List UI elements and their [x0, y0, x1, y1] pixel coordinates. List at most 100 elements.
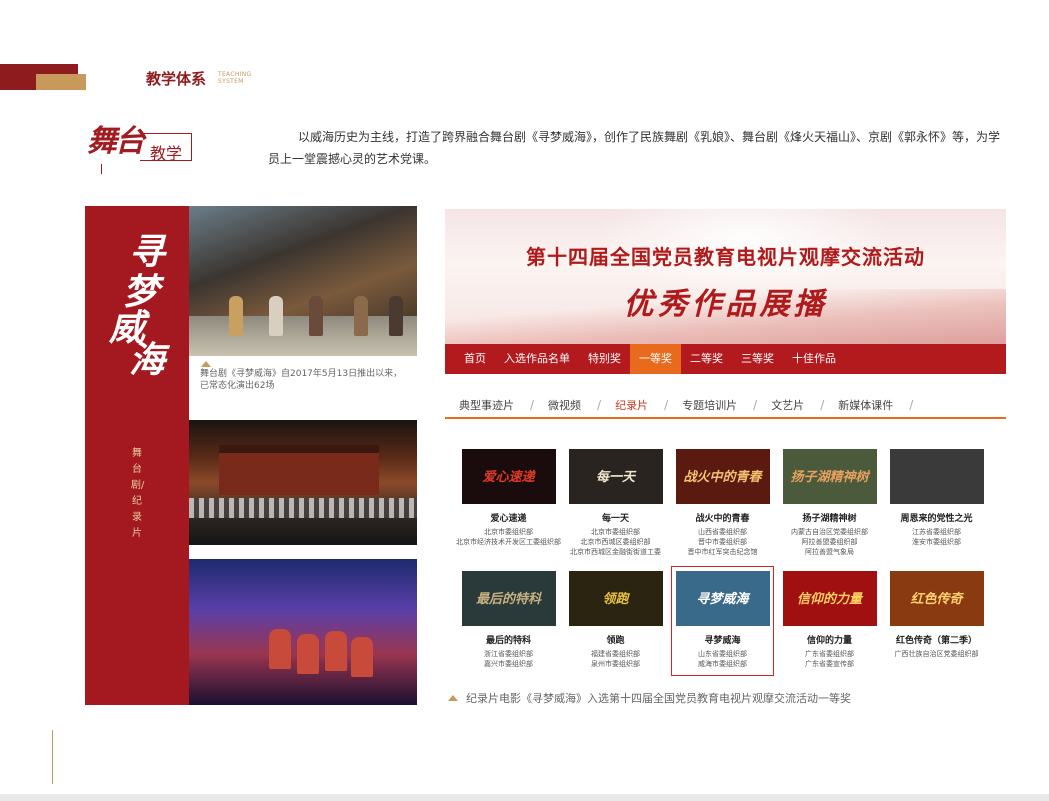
work-organization: 北京市委组织部	[591, 528, 640, 536]
work-thumbnail[interactable]: 最后的特科	[461, 571, 556, 626]
nav-item-selected-list[interactable]: 入选作品名单	[495, 344, 579, 374]
work-title[interactable]: 每一天	[562, 511, 669, 524]
site-banner: 第十四届全国党员教育电视片观摩交流活动 优秀作品展播	[445, 209, 1006, 344]
work-item[interactable]: 周恩来的党性之光江苏省委组织部 淮安市委组织部	[883, 449, 990, 547]
performer-figure	[297, 634, 319, 674]
performer-figure	[354, 296, 368, 336]
work-organization: 北京市委组织部	[484, 528, 533, 536]
stage-photo-1	[189, 206, 417, 356]
feature-title-char: 梦	[123, 271, 160, 313]
stage-photo-2	[189, 420, 417, 545]
work-thumbnail-label: 扬子湖精神树	[790, 470, 869, 485]
tab-training-film[interactable]: 专题培训片	[682, 397, 737, 413]
work-item[interactable]: 战火中的青春 战火中的青春 山西省委组织部 晋中市委组织部 晋中市红军突击纪念馆	[669, 449, 776, 557]
footer-caption: 纪录片电影《寻梦威海》入选第十四届全国党员教育电视片观摩交流活动一等奖	[448, 690, 851, 706]
work-thumbnail-label: 红色传奇	[910, 592, 963, 607]
selected-work-highlight	[671, 566, 774, 676]
performer-figure	[229, 296, 243, 336]
performer-figure	[269, 296, 283, 336]
work-organization: 山西省委组织部	[698, 528, 747, 536]
work-organization: 北京市西城区金融街街道工委	[570, 548, 661, 556]
work-title[interactable]: 信仰的力量	[776, 633, 883, 646]
performer-figure	[389, 296, 403, 336]
nav-item-first-prize[interactable]: 一等奖	[630, 344, 681, 374]
tab-separator: /	[597, 398, 602, 412]
tab-typical-deeds[interactable]: 典型事迹片	[459, 397, 514, 413]
work-thumbnail[interactable]: 每一天	[568, 449, 663, 504]
section-badge-sub: 教学	[150, 144, 183, 163]
tab-separator: /	[753, 398, 758, 412]
tab-new-media[interactable]: 新媒体课件	[838, 397, 893, 413]
category-tabs: 典型事迹片 / 微视频 / 纪录片 / 专题培训片 / 文艺片 / 新媒体课件 /	[445, 393, 1006, 419]
tab-arts-film[interactable]: 文艺片	[771, 397, 804, 413]
work-title[interactable]: 红色传奇（第二季）	[883, 633, 990, 646]
work-thumbnail[interactable]: 扬子湖精神树	[782, 449, 877, 504]
nav-item-top-ten[interactable]: 十佳作品	[783, 344, 845, 374]
work-organization: 北京市经济技术开发区工委组织部	[456, 538, 561, 546]
caption-triangle-icon	[201, 361, 211, 367]
stage-floor	[189, 316, 417, 356]
tab-separator: /	[820, 398, 825, 412]
work-title[interactable]: 战火中的青春	[669, 511, 776, 524]
work-item[interactable]: 爱心速递 爱心速递 北京市委组织部 北京市经济技术开发区工委组织部	[455, 449, 562, 547]
work-thumbnail[interactable]: 战火中的青春	[675, 449, 770, 504]
page-title-en-line2: SYSTEM	[218, 78, 244, 85]
work-thumbnail[interactable]: 红色传奇	[889, 571, 984, 626]
work-thumbnail-label: 战火中的青春	[683, 470, 762, 485]
section-badge-main: 舞台	[87, 124, 145, 159]
work-title[interactable]: 领跑	[562, 633, 669, 646]
site-nav: 首页 入选作品名单 特别奖 一等奖 二等奖 三等奖 十佳作品	[445, 344, 1006, 374]
work-item[interactable]: 最后的特科 最后的特科 浙江省委组织部 嘉兴市委组织部	[455, 571, 562, 669]
tab-documentary[interactable]: 纪录片	[615, 397, 648, 413]
page-title-en-line1: TEACHING	[218, 71, 252, 78]
feature-title-char: 寻	[129, 231, 166, 273]
work-organization: 泉州市委组织部	[591, 660, 640, 668]
tab-separator: /	[909, 398, 914, 412]
caption-triangle-icon	[448, 695, 458, 701]
nav-item-third-prize[interactable]: 三等奖	[732, 344, 783, 374]
nav-item-special-award[interactable]: 特别奖	[579, 344, 630, 374]
work-organization: 广西壮族自治区党委组织部	[894, 650, 979, 658]
work-thumbnail[interactable]: 信仰的力量	[782, 571, 877, 626]
work-thumbnail[interactable]: 领跑	[568, 571, 663, 626]
work-organization: 北京市西城区委组织部	[580, 538, 651, 546]
work-item[interactable]: 每一天 每一天 北京市委组织部 北京市西城区委组织部 北京市西城区金融街街道工委	[562, 449, 669, 557]
work-title[interactable]: 周恩来的党性之光	[883, 511, 990, 524]
website-screenshot: 第十四届全国党员教育电视片观摩交流活动 优秀作品展播 首页 入选作品名单 特别奖…	[445, 209, 1006, 683]
nav-item-second-prize[interactable]: 二等奖	[681, 344, 732, 374]
tab-micro-video[interactable]: 微视频	[548, 397, 581, 413]
work-organization: 江苏省委组织部	[912, 528, 961, 536]
work-organization: 广东省委宣传部	[805, 660, 854, 668]
work-title[interactable]: 爱心速递	[455, 511, 562, 524]
performer-figure	[309, 296, 323, 336]
work-thumbnail-label: 领跑	[602, 592, 629, 607]
performer-row	[189, 498, 417, 518]
work-title[interactable]: 最后的特科	[455, 633, 562, 646]
banner-subtitle: 优秀作品展播	[623, 287, 828, 322]
work-organization: 福建省委组织部	[591, 650, 640, 658]
performer-figure	[325, 631, 347, 671]
work-item[interactable]: 信仰的力量 信仰的力量 广东省委组织部 广东省委宣传部	[776, 571, 883, 669]
section-intro: 以威海历史为主线，打造了跨界融合舞台剧《寻梦威海》，创作了民族舞剧《乳娘》、舞台…	[268, 130, 1001, 166]
work-thumbnail-label: 信仰的力量	[796, 592, 862, 607]
work-organization: 阿拉善盟气象局	[805, 548, 854, 556]
work-item[interactable]: 红色传奇红色传奇（第二季） 广西壮族自治区党委组织部	[883, 571, 990, 659]
work-organization: 嘉兴市委组织部	[484, 660, 533, 668]
performer-figure	[351, 637, 373, 677]
work-title[interactable]: 扬子湖精神树	[776, 511, 883, 524]
footer-caption-text: 纪录片电影《寻梦威海》入选第十四届全国党员教育电视片观摩交流活动一等奖	[466, 692, 851, 705]
work-item[interactable]: 扬子湖精神树 扬子湖精神树 内蒙古自治区党委组织部 阿拉善盟委组织部 阿拉善盟气象局	[776, 449, 883, 557]
section-badge-line	[101, 164, 102, 174]
palace-gate	[219, 445, 379, 495]
work-organization: 淮安市委组织部	[912, 538, 961, 546]
work-item[interactable]: 领跑 领跑 福建省委组织部 泉州市委组织部	[562, 571, 669, 669]
work-organization: 广东省委组织部	[805, 650, 854, 658]
nav-item-home[interactable]: 首页	[455, 344, 495, 374]
feature-sidebar: 寻 梦 威 海 舞台剧/纪录片	[85, 206, 189, 705]
feature-title: 寻 梦 威 海	[103, 232, 173, 380]
work-thumbnail[interactable]: 爱心速递	[461, 449, 556, 504]
header-accent-bar-gold	[36, 74, 86, 90]
stage-photo-3	[189, 559, 417, 705]
work-thumbnail[interactable]	[889, 449, 984, 504]
tab-separator: /	[664, 398, 669, 412]
